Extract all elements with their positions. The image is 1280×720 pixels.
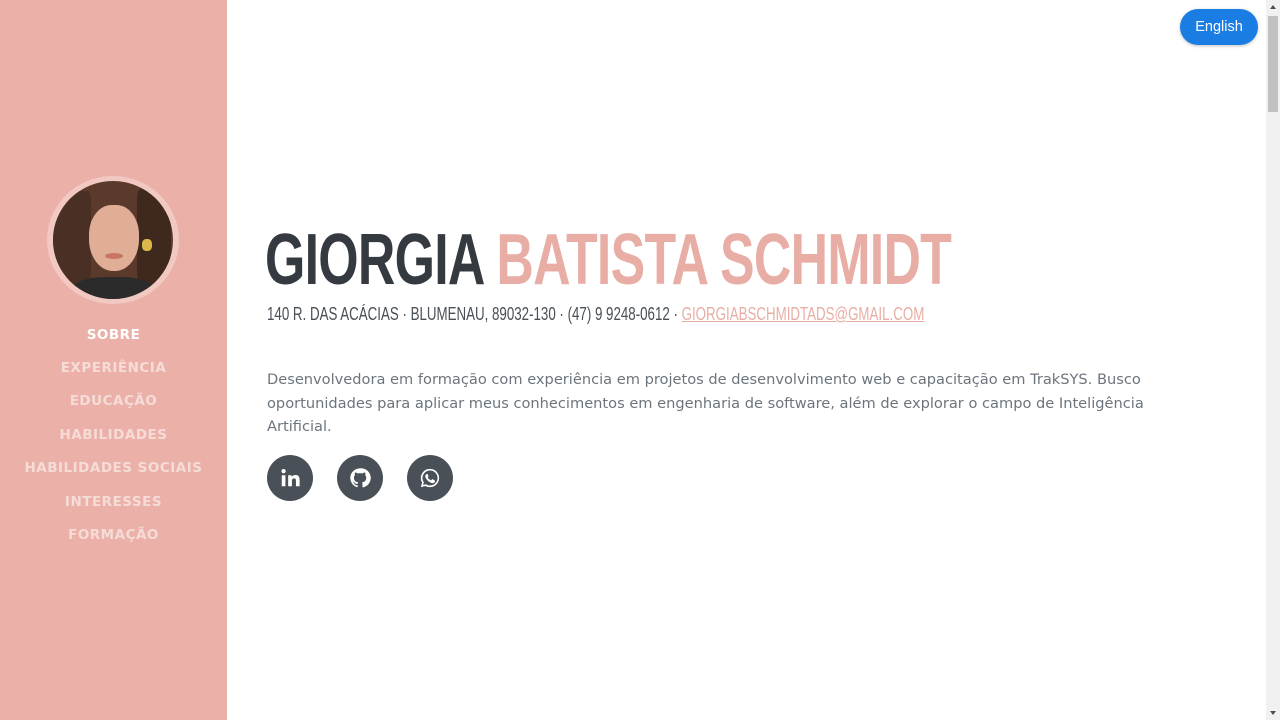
scroll-up-arrow[interactable] <box>1266 0 1280 14</box>
nav-item-habilidades[interactable]: HABILIDADES <box>0 418 227 451</box>
avatar <box>53 181 173 299</box>
linkedin-icon <box>281 469 300 487</box>
scroll-thumb[interactable] <box>1268 16 1278 112</box>
sidebar: SOBRE EXPERIÊNCIA EDUCAÇÃO HABILIDADES H… <box>0 0 227 720</box>
nav-item-interesses[interactable]: INTERESSES <box>0 485 227 518</box>
nav-item-formacao[interactable]: FORMAÇÃO <box>0 518 227 551</box>
nav-item-experiencia[interactable]: EXPERIÊNCIA <box>0 351 227 384</box>
profile-avatar[interactable] <box>47 176 179 304</box>
language-toggle-button[interactable]: English <box>1180 9 1258 45</box>
sidebar-nav: SOBRE EXPERIÊNCIA EDUCAÇÃO HABILIDADES H… <box>0 318 227 552</box>
nav-item-habilidades-sociais[interactable]: HABILIDADES SOCIAIS <box>0 452 227 485</box>
scroll-down-arrow[interactable] <box>1266 706 1280 720</box>
contact-info: 140 R. DAS ACÁCIAS · BLUMENAU, 89032-130… <box>267 302 924 326</box>
github-icon <box>350 468 371 488</box>
linkedin-button[interactable] <box>267 455 313 501</box>
whatsapp-button[interactable] <box>407 455 453 501</box>
github-button[interactable] <box>337 455 383 501</box>
page-title: GIORGIA BATISTA SCHMIDT <box>265 216 952 304</box>
email-link[interactable]: GIORGIABSCHMIDTADS@GMAIL.COM <box>682 303 925 324</box>
main-content: English GIORGIA BATISTA SCHMIDT 140 R. D… <box>227 0 1266 720</box>
first-name: GIORGIA <box>265 220 483 300</box>
nav-item-educacao[interactable]: EDUCAÇÃO <box>0 385 227 418</box>
contact-address-phone: 140 R. DAS ACÁCIAS · BLUMENAU, 89032-130… <box>267 303 682 324</box>
social-links <box>267 455 453 501</box>
last-name: BATISTA SCHMIDT <box>496 220 952 300</box>
page-scrollbar[interactable] <box>1266 0 1280 720</box>
nav-item-sobre[interactable]: SOBRE <box>0 318 227 351</box>
profile-summary: Desenvolvedora em formação com experiênc… <box>267 371 1144 435</box>
whatsapp-icon <box>420 468 440 488</box>
